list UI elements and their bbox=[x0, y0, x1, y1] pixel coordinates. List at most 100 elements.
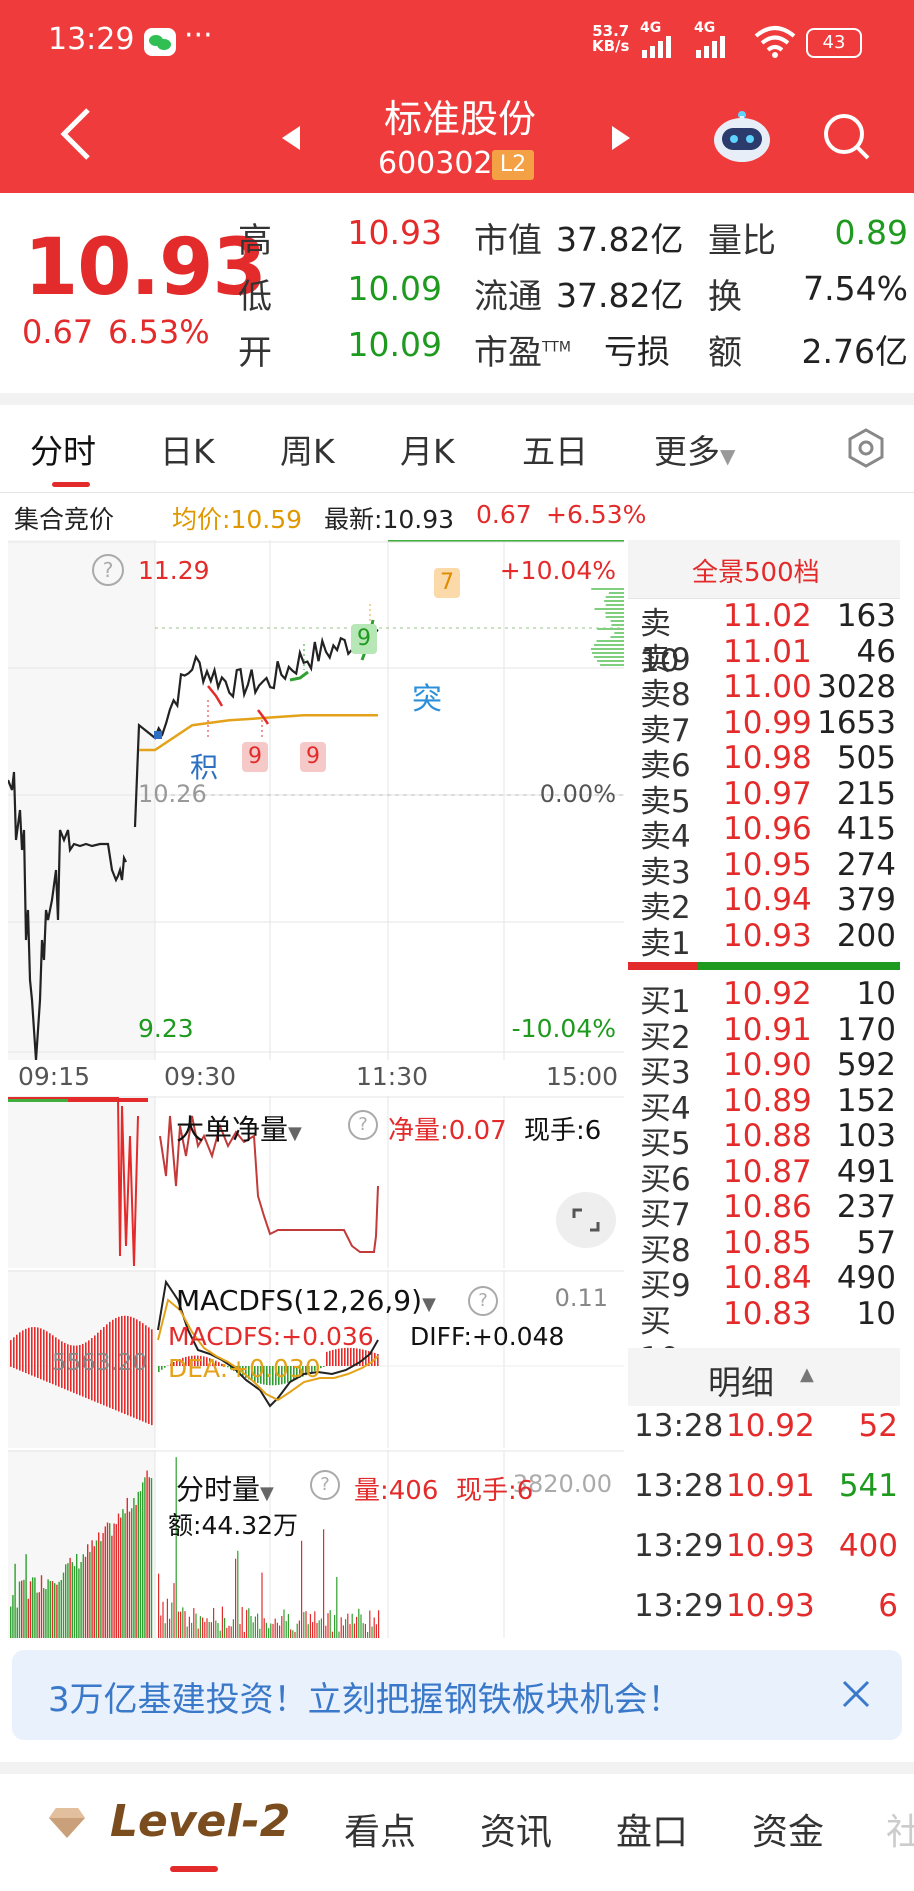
bid-volume: 10 bbox=[856, 1295, 896, 1332]
help-icon[interactable]: ? bbox=[92, 554, 124, 586]
macd-bar bbox=[22, 1330, 24, 1372]
volume-bar bbox=[371, 1626, 373, 1638]
signal-tu-marker[interactable]: 突 bbox=[412, 674, 442, 718]
bid-volume: 490 bbox=[836, 1260, 896, 1296]
next-stock-icon[interactable] bbox=[610, 124, 632, 156]
depth-bar bbox=[597, 660, 624, 662]
volume-bar bbox=[120, 1517, 122, 1638]
macd-panel[interactable]: MACDFS(12,26,9)▼ ? 0.11 MACDFS:+0.036 DI… bbox=[8, 1270, 624, 1448]
tab-weekly-k[interactable]: 周K bbox=[280, 425, 335, 473]
chevron-down-icon: ▼ bbox=[260, 1483, 274, 1504]
info-change-pct: +6.53% bbox=[546, 500, 647, 529]
volume-bar bbox=[111, 1535, 113, 1638]
volume-bar bbox=[65, 1564, 67, 1638]
volume-title[interactable]: 分时量▼ bbox=[176, 1468, 274, 1508]
level2-tab[interactable]: Level-2 bbox=[110, 1796, 290, 1847]
volume-bar bbox=[80, 1562, 82, 1638]
macd-bar bbox=[362, 1349, 364, 1366]
volume-bar bbox=[43, 1588, 45, 1638]
nine-turn-marker[interactable]: 9 bbox=[300, 742, 326, 772]
tab-five-day[interactable]: 五日 bbox=[522, 425, 588, 473]
volume-amount: 额:44.32万 bbox=[168, 1511, 299, 1540]
volume-bar bbox=[294, 1631, 296, 1638]
prev-stock-icon[interactable] bbox=[280, 124, 302, 156]
tab-monthly-k[interactable]: 月K bbox=[400, 425, 455, 473]
settings-hexagon-icon[interactable] bbox=[846, 428, 886, 472]
quote-panel: 10.93 0.67 6.53% 高 10.93 市值 37.82亿 量比 0.… bbox=[0, 193, 914, 393]
orderbook-header[interactable]: 全景500档 bbox=[628, 540, 900, 598]
detail-header[interactable]: 明细 ▲ bbox=[628, 1348, 900, 1406]
bottom-tab-highlights[interactable]: 看点 bbox=[344, 1803, 416, 1855]
bottom-tab-market[interactable]: 盘口 bbox=[616, 1803, 688, 1855]
detail-time: 13:28 bbox=[634, 1408, 724, 1444]
volume-bar bbox=[378, 1610, 380, 1638]
fullscreen-icon[interactable] bbox=[556, 1192, 616, 1248]
volume-bar bbox=[340, 1617, 342, 1638]
intraday-chart[interactable]: ? 11.29 10.26 9.23 +10.04% 0.00% -10.04%… bbox=[8, 540, 624, 1060]
macd-bar bbox=[13, 1337, 15, 1369]
nine-turn-marker[interactable]: 9 bbox=[242, 742, 268, 772]
ask-volume: 200 bbox=[836, 917, 896, 954]
bottom-tab-news[interactable]: 资讯 bbox=[480, 1803, 552, 1855]
macd-bar bbox=[371, 1351, 373, 1366]
chevron-up-icon: ▲ bbox=[800, 1364, 814, 1385]
promo-banner[interactable]: 3万亿基建投资！立刻把握钢铁板块机会！ bbox=[12, 1650, 902, 1740]
volume-bar bbox=[215, 1620, 217, 1638]
macd-bar bbox=[338, 1348, 340, 1366]
help-icon[interactable]: ? bbox=[348, 1110, 378, 1140]
volume-bar bbox=[309, 1614, 311, 1638]
search-icon[interactable] bbox=[822, 112, 872, 166]
tab-intraday[interactable]: 分时 bbox=[30, 425, 96, 473]
bottom-tab-community[interactable]: 社 bbox=[886, 1803, 914, 1855]
detail-volume: 6 bbox=[878, 1588, 898, 1624]
volume-bar bbox=[58, 1581, 60, 1638]
volume-bar bbox=[320, 1618, 322, 1638]
robot-assistant-icon[interactable] bbox=[712, 110, 772, 168]
volume-bar bbox=[137, 1491, 139, 1638]
volume-bar bbox=[160, 1615, 162, 1638]
volume-bar bbox=[353, 1623, 355, 1638]
volume-bar bbox=[51, 1581, 54, 1638]
tab-more[interactable]: 更多▼ bbox=[654, 425, 735, 473]
volume-panel[interactable]: 分时量▼ ? 3820.00 量:406 现手:6 额:44.32万 bbox=[8, 1450, 624, 1638]
close-icon[interactable] bbox=[840, 1678, 872, 1714]
depth-bar bbox=[597, 628, 624, 630]
bottom-tab-funds[interactable]: 资金 bbox=[752, 1803, 824, 1855]
big-order-title[interactable]: 大单净量▼ bbox=[176, 1108, 302, 1148]
help-icon[interactable]: ? bbox=[468, 1286, 498, 1316]
ask-volume: 1653 bbox=[817, 704, 896, 741]
auction-label: 集合竞价 bbox=[14, 505, 115, 534]
volume-bar bbox=[122, 1509, 124, 1638]
volume-bar bbox=[290, 1629, 292, 1638]
ask-volume: 274 bbox=[836, 846, 896, 883]
macd-bar bbox=[158, 1366, 160, 1372]
volume-bar bbox=[184, 1611, 186, 1638]
detail-price: 10.93 bbox=[726, 1588, 815, 1624]
volume-bar bbox=[285, 1621, 287, 1638]
back-icon[interactable] bbox=[58, 106, 92, 166]
macd-bar bbox=[164, 1366, 166, 1368]
volume-bar bbox=[104, 1526, 106, 1638]
signal-ji-marker[interactable]: 积 bbox=[190, 746, 218, 786]
macd-title[interactable]: MACDFS(12,26,9)▼ bbox=[176, 1284, 436, 1317]
volume-bar bbox=[78, 1568, 80, 1638]
volume-bar bbox=[292, 1630, 294, 1638]
low-label: 低 bbox=[238, 277, 272, 317]
pe-label: 市盈TTM bbox=[474, 333, 571, 373]
open-value: 10.09 bbox=[347, 325, 442, 364]
help-icon[interactable]: ? bbox=[310, 1470, 340, 1500]
volume-bar bbox=[109, 1523, 111, 1638]
volume-bar bbox=[208, 1622, 210, 1638]
tab-daily-k[interactable]: 日K bbox=[160, 425, 215, 473]
y-axis-top: 11.29 bbox=[138, 556, 210, 585]
tab-active-indicator bbox=[52, 482, 90, 487]
depth-bar bbox=[593, 644, 624, 646]
big-order-panel[interactable]: 大单净量▼ ? 净量:0.07 现手:6 bbox=[8, 1096, 624, 1268]
macd-bar bbox=[25, 1328, 27, 1374]
depth-bar bbox=[600, 664, 624, 666]
volume-bar bbox=[82, 1554, 84, 1638]
seven-turn-marker[interactable]: 7 bbox=[434, 568, 460, 598]
nine-turn-marker[interactable]: 9 bbox=[351, 624, 377, 654]
current-price: 10.93 bbox=[24, 223, 267, 313]
low-value: 10.09 bbox=[347, 269, 442, 308]
